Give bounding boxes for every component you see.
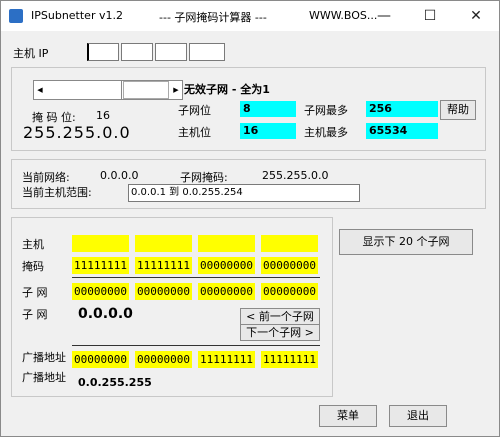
mask-row-label: 掩码 xyxy=(22,260,44,273)
ip-octet-4-input[interactable] xyxy=(189,43,225,61)
subnet-octet-4: 00000000 xyxy=(261,283,318,300)
subnet-bits-value: 8 xyxy=(240,101,296,117)
current-network-value: 0.0.0.0 xyxy=(100,169,139,182)
host-range-label: 当前主机范围: xyxy=(22,186,92,199)
app-window: IPSubnetter v1.2 --- 子网掩码计算器 --- WWW.BOS… xyxy=(0,0,500,437)
close-button[interactable]: ✕ xyxy=(453,1,499,31)
subnet-octet-1: 00000000 xyxy=(72,283,129,300)
ip-octet-3-input[interactable] xyxy=(155,43,187,61)
ip-octet-1-input[interactable] xyxy=(87,43,119,61)
host-bits-label: 主机位 xyxy=(178,126,211,139)
maximize-button[interactable]: ☐ xyxy=(407,1,453,31)
help-button[interactable]: 帮助 xyxy=(440,100,476,120)
ip-octet-2-input[interactable] xyxy=(121,43,153,61)
show-next-subnets-button[interactable]: 显示下 20 个子网 xyxy=(339,229,473,255)
subnet-value: 0.0.0.0 xyxy=(78,306,133,322)
subnet-mask-value: 255.255.0.0 xyxy=(262,169,329,182)
subnet-octet-3: 00000000 xyxy=(198,283,255,300)
minimize-button[interactable]: — xyxy=(361,1,407,31)
broadcast-value: 0.0.255.255 xyxy=(78,376,152,389)
host-octet-3 xyxy=(198,235,255,252)
mask-value: 255.255.0.0 xyxy=(23,123,131,142)
exit-button[interactable]: 退出 xyxy=(389,405,447,427)
mask-bits-value: 16 xyxy=(96,109,110,122)
host-bits-value: 16 xyxy=(240,123,296,139)
subnet-octet-2: 00000000 xyxy=(135,283,192,300)
scroll-right-icon[interactable]: ▶ xyxy=(170,81,182,99)
scroll-track[interactable] xyxy=(48,81,122,99)
bits-panel: 主机 掩码 11111111 11111111 00000000 0000000… xyxy=(11,217,333,397)
host-row-label: 主机 xyxy=(22,238,44,251)
mask-octet-3: 00000000 xyxy=(198,257,255,274)
broadcast-row-label-1: 广播地址 xyxy=(22,351,66,364)
max-hosts-value: 65534 xyxy=(366,123,438,139)
mask-octet-1: 11111111 xyxy=(72,257,129,274)
broadcast-row-label-2: 广播地址 xyxy=(22,371,66,384)
subnet-row-label-1: 子 网 xyxy=(22,286,48,299)
subnet-row-label-2: 子 网 xyxy=(22,308,48,321)
broadcast-octet-3: 11111111 xyxy=(198,351,255,368)
host-octet-2 xyxy=(135,235,192,252)
app-icon xyxy=(9,9,23,23)
subnet-bits-label: 子网位 xyxy=(178,104,211,117)
window-subtitle: --- 子网掩码计算器 --- xyxy=(159,11,267,24)
network-panel: 当前网络: 0.0.0.0 子网掩码: 255.255.0.0 当前主机范围: … xyxy=(11,159,486,209)
scroll-left-icon[interactable]: ◀ xyxy=(34,81,46,99)
max-hosts-label: 主机最多 xyxy=(304,126,348,139)
host-range-field[interactable]: 0.0.0.1 到 0.0.255.254 xyxy=(128,184,360,202)
subnet-mask-label: 子网掩码: xyxy=(180,171,228,184)
broadcast-octet-1: 00000000 xyxy=(72,351,129,368)
mask-octet-2: 11111111 xyxy=(135,257,192,274)
broadcast-octet-2: 00000000 xyxy=(135,351,192,368)
next-subnet-button[interactable]: 下一个子网 > xyxy=(240,324,320,341)
host-ip-label: 主机 IP xyxy=(13,47,49,60)
mask-scrollbar[interactable]: ◀ ▶ xyxy=(33,80,183,100)
mask-separator xyxy=(72,277,320,278)
mask-octet-4: 00000000 xyxy=(261,257,318,274)
host-octet-1 xyxy=(72,235,129,252)
window-title: IPSubnetter v1.2 xyxy=(31,9,123,22)
current-network-label: 当前网络: xyxy=(22,171,70,184)
title-bar[interactable]: IPSubnetter v1.2 --- 子网掩码计算器 --- WWW.BOS… xyxy=(1,1,499,31)
host-octet-4 xyxy=(261,235,318,252)
max-subnets-label: 子网最多 xyxy=(304,104,348,117)
broadcast-octet-4: 11111111 xyxy=(261,351,318,368)
max-subnets-value: 256 xyxy=(366,101,438,117)
subnet-status: 无效子网 - 全为1 xyxy=(184,83,270,96)
menu-button[interactable]: 菜单 xyxy=(319,405,377,427)
subnet-separator xyxy=(72,345,320,346)
mask-panel: ◀ ▶ 掩 码 位: 16 255.255.0.0 无效子网 - 全为1 子网位… xyxy=(11,67,486,151)
prev-subnet-button[interactable]: < 前一个子网 xyxy=(240,308,320,325)
scroll-thumb[interactable] xyxy=(123,81,169,99)
